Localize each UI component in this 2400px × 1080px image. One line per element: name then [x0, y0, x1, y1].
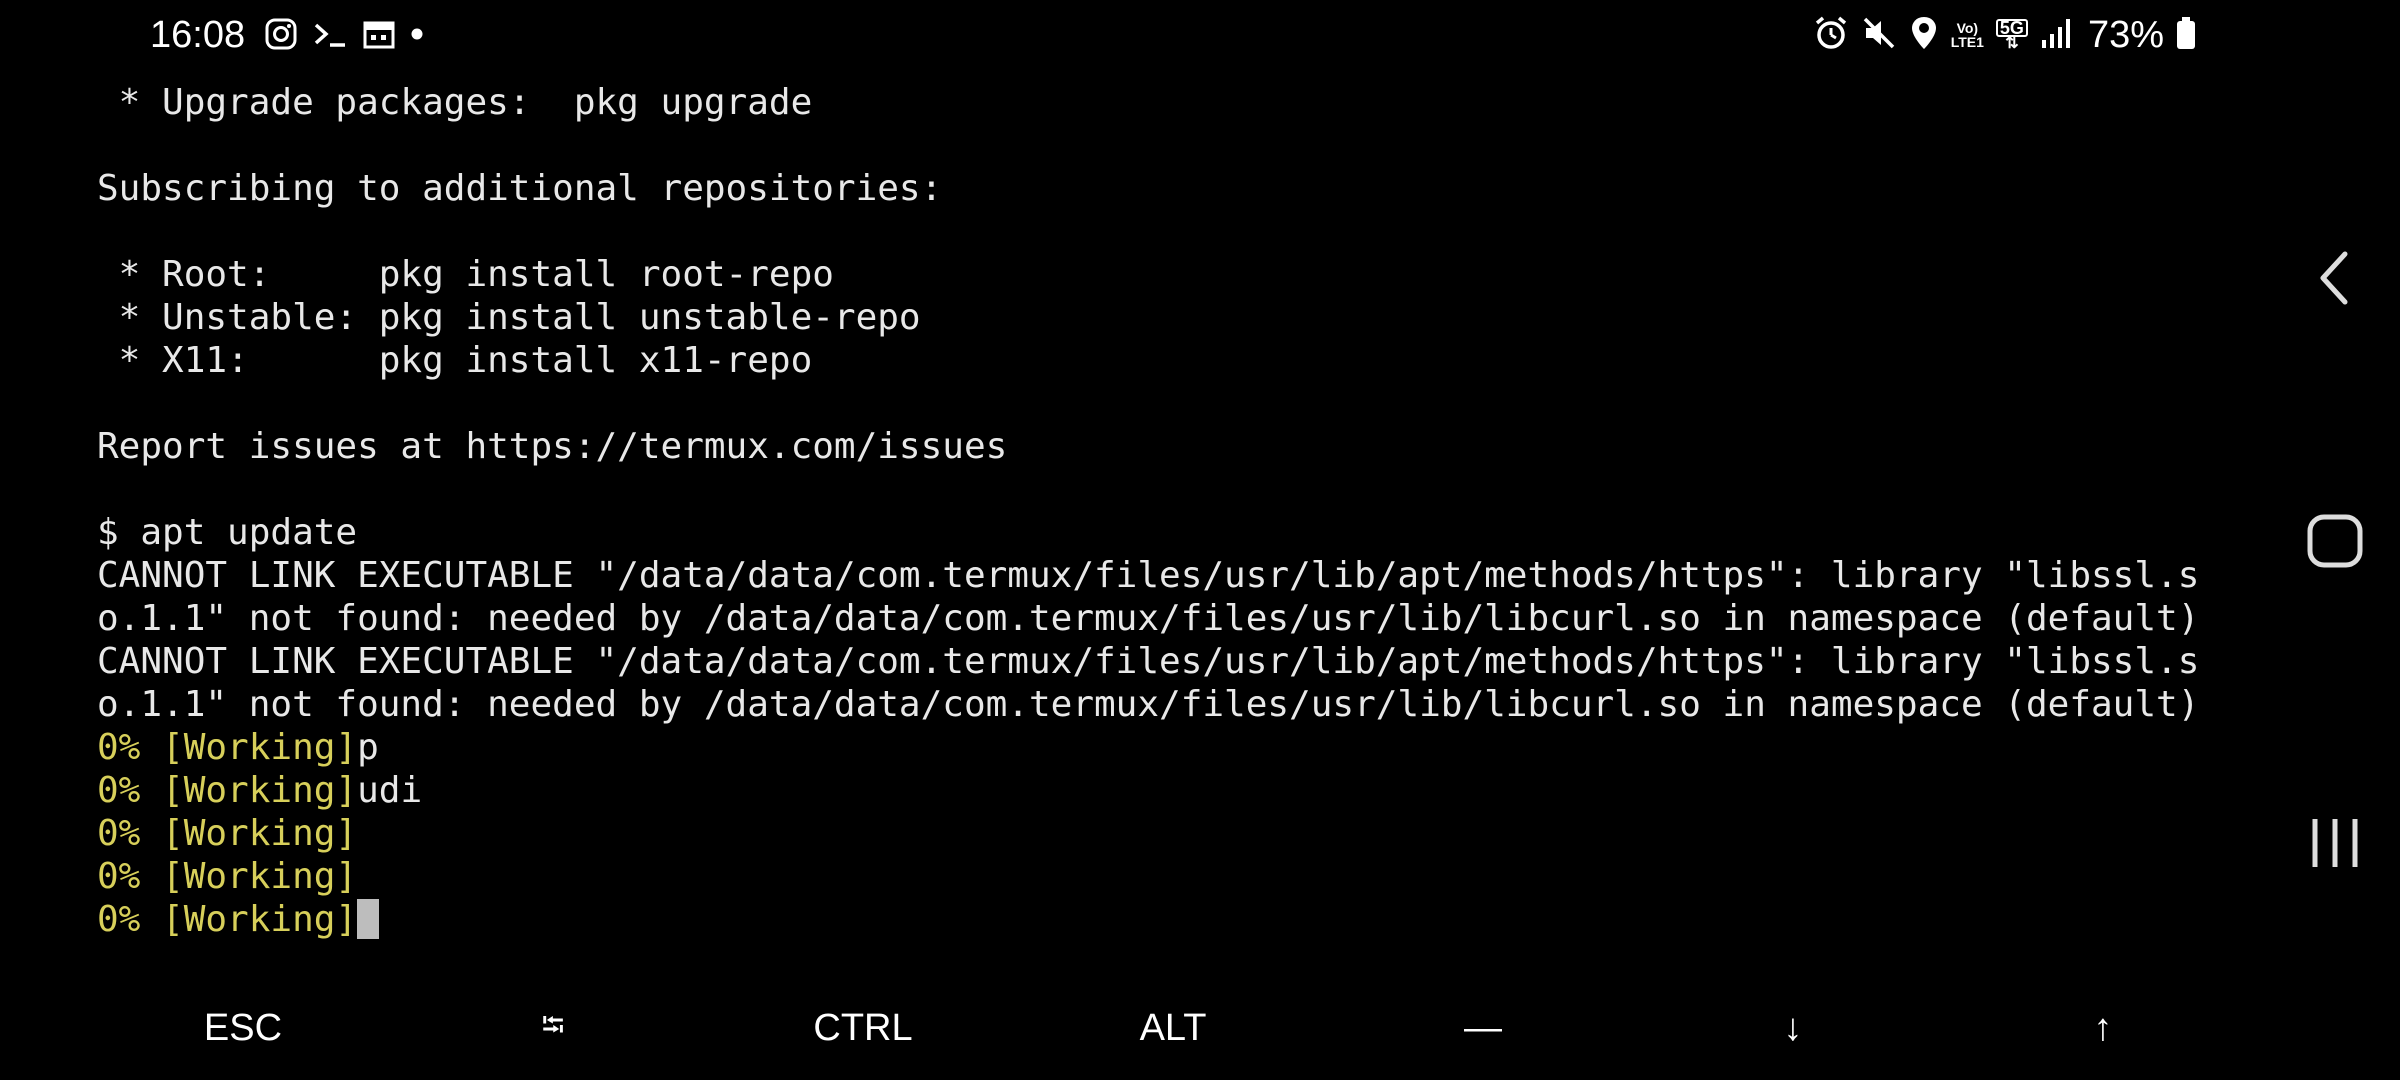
dash-key[interactable]: — — [1383, 978, 1583, 1078]
data-arrows-icon: ⇅ — [2005, 35, 2019, 52]
home-icon — [2305, 511, 2365, 575]
volte-bottom-label: LTE1 — [1950, 34, 1984, 50]
tab-key[interactable]: ⭾ — [453, 978, 653, 1078]
back-button[interactable] — [2295, 240, 2375, 320]
terminal-line-text: $ apt update — [97, 512, 358, 553]
status-left-icons — [264, 14, 424, 58]
terminal-line: CANNOT LINK EXECUTABLE "/data/data/com.t… — [97, 640, 2247, 683]
battery-percent: 73% — [2087, 14, 2164, 56]
calendar-icon — [362, 17, 396, 56]
terminal-line: 0% [Working] — [97, 898, 2247, 941]
terminal-line-text: * Unstable: pkg install unstable-repo — [97, 297, 921, 338]
navigation-bar — [2270, 70, 2400, 1080]
terminal-line-text: Subscribing to additional repositories: — [97, 168, 943, 209]
terminal-line-text: * Root: pkg install root-repo — [97, 254, 834, 295]
mute-icon — [1861, 15, 1897, 56]
terminal-line: * Root: pkg install root-repo — [97, 253, 2247, 296]
recents-button[interactable] — [2295, 805, 2375, 885]
up-arrow-key[interactable]: ↑ — [2003, 978, 2203, 1078]
terminal-line-text: 0% [Working] — [97, 856, 358, 897]
recents-icon — [2305, 813, 2365, 877]
status-bar: 16:08 Vo) LTE1 5G ⇅ 73% — [0, 0, 2400, 70]
terminal-line-text: 0% [Working] — [97, 770, 358, 811]
terminal-line: 0% [Working] — [97, 855, 2247, 898]
status-right-icons: Vo) LTE1 5G ⇅ 73% — [1813, 12, 2196, 58]
terminal-line-text: * X11: pkg install x11-repo — [97, 340, 813, 381]
terminal-line-text: CANNOT LINK EXECUTABLE "/data/data/com.t… — [97, 641, 2200, 682]
terminal-line-tail: p — [357, 727, 379, 768]
terminal-icon — [312, 17, 348, 56]
terminal-line: CANNOT LINK EXECUTABLE "/data/data/com.t… — [97, 554, 2247, 597]
terminal-output[interactable]: * Upgrade packages: pkg upgrade Subscribi… — [97, 81, 2247, 941]
terminal-line-text: 0% [Working] — [97, 813, 358, 854]
status-time: 16:08 — [150, 14, 246, 56]
terminal-line: * X11: pkg install x11-repo — [97, 339, 2247, 382]
instagram-icon — [264, 17, 298, 56]
location-icon — [1909, 15, 1939, 56]
down-arrow-key[interactable]: ↓ — [1693, 978, 1893, 1078]
volte-top-label: Vo) — [1956, 20, 1979, 36]
signal-icon — [2040, 16, 2072, 55]
terminal-line: o.1.1" not found: needed by /data/data/c… — [97, 683, 2247, 726]
terminal-line: * Upgrade packages: pkg upgrade — [97, 81, 2247, 124]
alarm-icon — [1813, 15, 1849, 56]
terminal-line-text: CANNOT LINK EXECUTABLE "/data/data/com.t… — [97, 555, 2200, 596]
dot-icon — [410, 27, 424, 46]
ctrl-key[interactable]: CTRL — [763, 978, 963, 1078]
terminal-line: 0% [Working]udi — [97, 769, 2247, 812]
terminal-line-text: Report issues at https://termux.com/issu… — [97, 426, 1008, 467]
terminal-line: * Unstable: pkg install unstable-repo — [97, 296, 2247, 339]
terminal-line: 0% [Working]p — [97, 726, 2247, 769]
5g-icon: 5G ⇅ — [1995, 19, 2028, 52]
terminal-line: o.1.1" not found: needed by /data/data/c… — [97, 597, 2247, 640]
home-button[interactable] — [2295, 503, 2375, 583]
terminal-line-text: o.1.1" not found: needed by /data/data/c… — [97, 598, 2200, 639]
terminal-line-tail: udi — [357, 770, 423, 811]
volte-icon: Vo) LTE1 — [1951, 21, 1984, 49]
terminal-line-text: 0% [Working] — [97, 899, 358, 940]
terminal-cursor — [357, 899, 380, 939]
terminal-line: Report issues at https://termux.com/issu… — [97, 425, 2247, 468]
terminal-line: Subscribing to additional repositories: — [97, 167, 2247, 210]
terminal-line-text: 0% [Working] — [97, 727, 358, 768]
terminal-line: 0% [Working] — [97, 812, 2247, 855]
back-icon — [2315, 248, 2355, 312]
alt-key[interactable]: ALT — [1073, 978, 1273, 1078]
terminal-line-text: * Upgrade packages: pkg upgrade — [97, 82, 813, 123]
extra-keys-row: ESC ⭾ CTRL ALT — ↓ ↑ — [0, 978, 2270, 1078]
esc-key[interactable]: ESC — [143, 978, 343, 1078]
terminal-line-text: o.1.1" not found: needed by /data/data/c… — [97, 684, 2200, 725]
terminal-line: $ apt update — [97, 511, 2247, 554]
battery-icon — [2176, 16, 2196, 55]
